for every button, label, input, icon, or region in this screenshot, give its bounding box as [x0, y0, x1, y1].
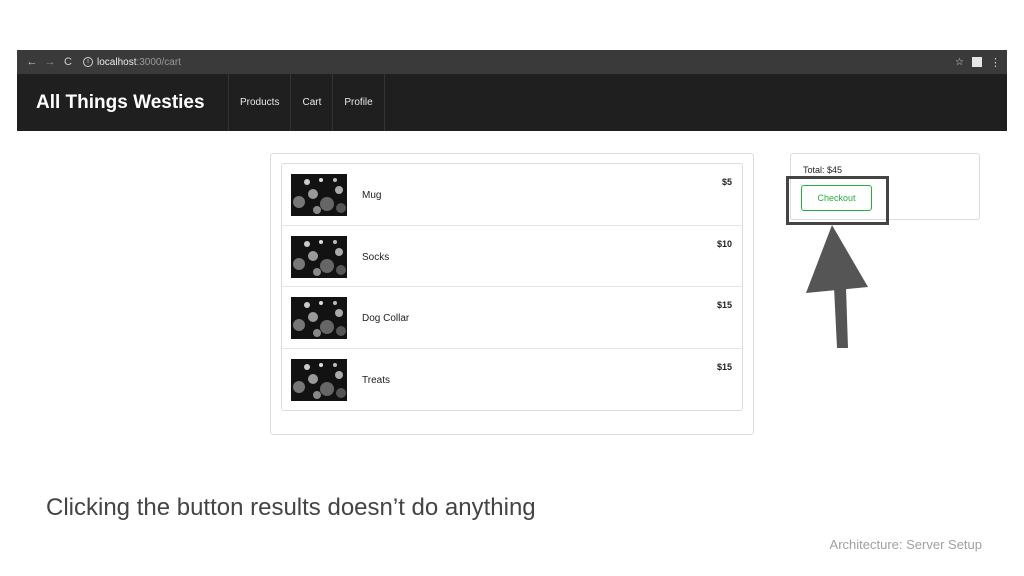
item-price: $15: [716, 300, 732, 310]
nav-link-products[interactable]: Products: [228, 74, 290, 131]
slide-footer: Architecture: Server Setup: [829, 537, 982, 552]
product-thumbnail: [291, 297, 347, 339]
star-icon[interactable]: ☆: [955, 57, 964, 68]
forward-arrow-icon[interactable]: →: [41, 56, 59, 68]
item-name: Socks: [362, 251, 390, 263]
item-name: Dog Collar: [362, 313, 410, 324]
item-name: Treats: [362, 374, 390, 386]
menu-icon[interactable]: ⋮: [990, 56, 1001, 69]
cart-panel: Mug $5 Socks $10 Dog Collar $15 Treats $…: [270, 153, 754, 435]
cart-item: Treats $15: [282, 349, 742, 411]
cart-item: Dog Collar $15: [282, 287, 742, 349]
item-price: $15: [716, 361, 732, 372]
product-thumbnail: [291, 358, 347, 401]
item-price: $10: [716, 238, 732, 249]
cart-list: Mug $5 Socks $10 Dog Collar $15 Treats $…: [281, 163, 743, 411]
cart-total: Total: $45: [803, 165, 843, 175]
cart-item: Socks $10: [282, 226, 742, 287]
checkout-button[interactable]: Checkout: [801, 185, 872, 211]
item-name: Mug: [362, 190, 382, 201]
browser-toolbar: ← → C i localhost:3000/cart ☆ ⋮: [17, 50, 1007, 74]
product-thumbnail: [291, 174, 347, 216]
nav-link-profile[interactable]: Profile: [332, 74, 385, 131]
address-bar[interactable]: i localhost:3000/cart: [83, 57, 181, 68]
app-navbar: All Things Westies Products Cart Profile: [17, 74, 1007, 131]
reload-icon[interactable]: C: [59, 56, 77, 68]
cart-item: Mug $5: [282, 164, 742, 226]
product-thumbnail: [291, 235, 347, 278]
slide-caption: Clicking the button results doesn’t do a…: [46, 494, 536, 521]
annotation-arrow-icon: [806, 225, 868, 348]
back-arrow-icon[interactable]: ←: [23, 56, 41, 68]
extension-icon[interactable]: [972, 57, 982, 67]
item-price: $5: [721, 177, 732, 187]
nav-link-cart[interactable]: Cart: [290, 74, 332, 131]
info-icon[interactable]: i: [83, 57, 93, 67]
url-host: localhost: [97, 56, 137, 68]
url-path: :3000/cart: [136, 56, 181, 68]
brand-title[interactable]: All Things Westies: [17, 74, 228, 131]
